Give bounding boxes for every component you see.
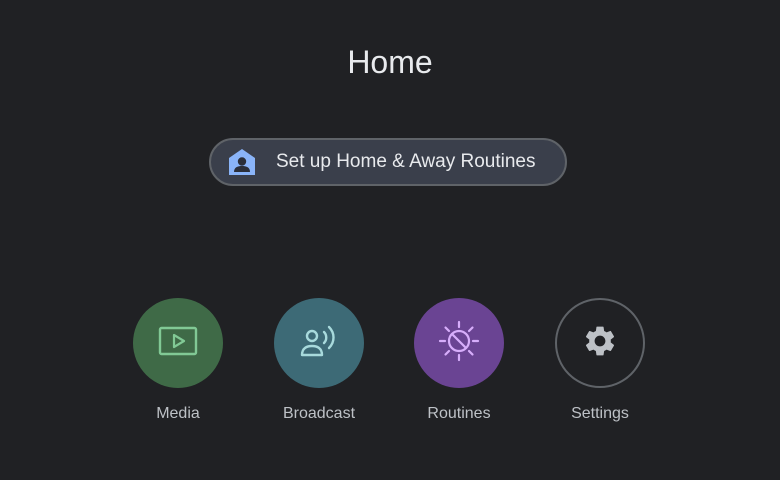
broadcast-tile[interactable]: Broadcast <box>259 298 379 424</box>
settings-tile[interactable]: Settings <box>540 298 660 424</box>
routines-button[interactable] <box>414 298 504 388</box>
media-label: Media <box>156 405 200 422</box>
settings-button[interactable] <box>555 298 645 388</box>
shortcut-tiles: Media Broadcast Routines Settings <box>0 298 780 438</box>
broadcast-button[interactable] <box>274 298 364 388</box>
setup-home-away-routines-button[interactable]: Set up Home & Away Routines <box>209 138 567 186</box>
broadcast-icon <box>299 323 339 364</box>
routines-label: Routines <box>427 405 491 422</box>
setup-chip-label: Set up Home & Away Routines <box>276 151 536 172</box>
home-screen: Home Set up Home & Away Routines Media B… <box>0 0 780 480</box>
broadcast-label: Broadcast <box>282 405 356 422</box>
media-button[interactable] <box>133 298 223 388</box>
media-tile[interactable]: Media <box>118 298 238 424</box>
page-title: Home <box>347 44 433 80</box>
gear-icon <box>582 323 618 364</box>
settings-label: Settings <box>571 405 629 422</box>
media-play-icon <box>158 326 198 361</box>
home-person-icon <box>228 148 256 176</box>
routines-sun-icon <box>437 319 481 368</box>
routines-tile[interactable]: Routines <box>399 298 519 424</box>
